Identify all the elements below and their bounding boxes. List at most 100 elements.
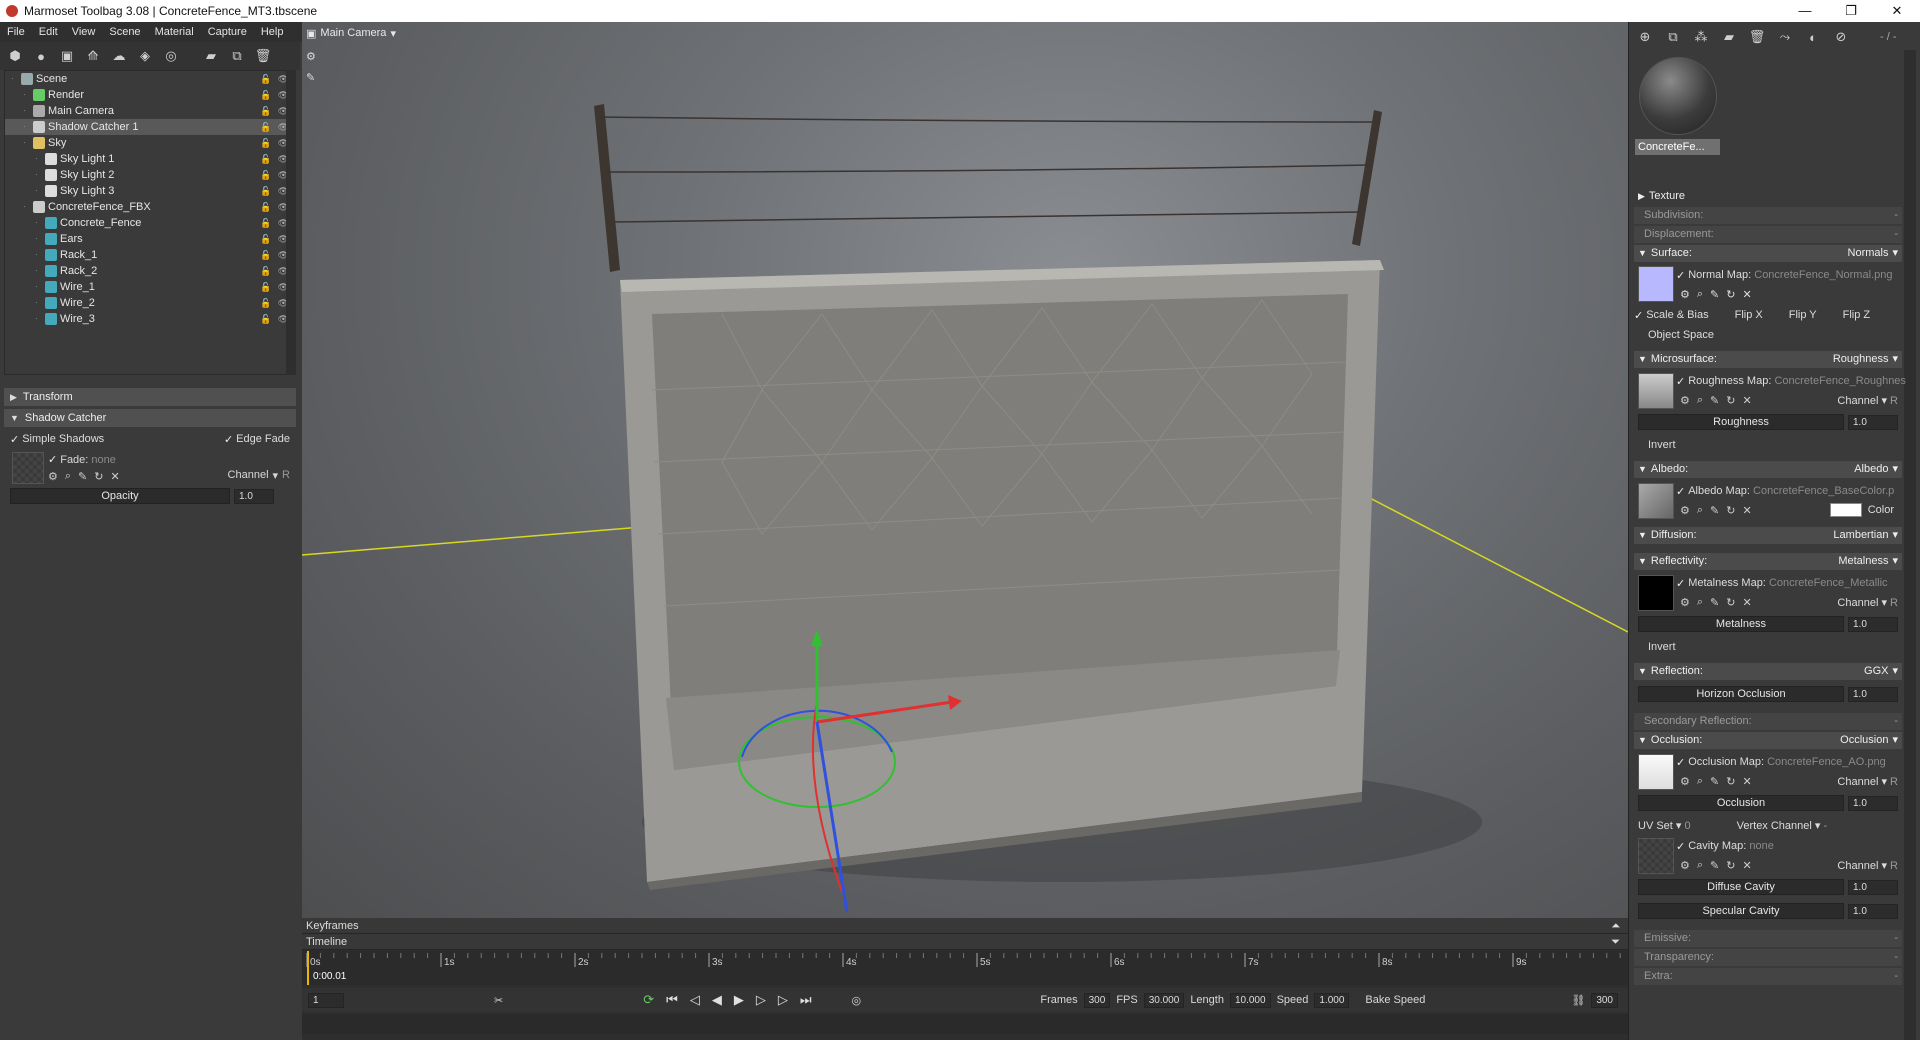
- reload-icon[interactable]: ↻: [1726, 859, 1735, 872]
- duplicate-icon[interactable]: ⧉: [228, 47, 246, 65]
- clear-icon[interactable]: ✕: [1742, 596, 1751, 609]
- lock-icon[interactable]: 🔓: [260, 135, 271, 151]
- gear-icon[interactable]: ⚙: [1680, 596, 1690, 609]
- menu-material[interactable]: Material: [148, 26, 201, 38]
- specular-cavity-value[interactable]: 1.0: [1848, 903, 1898, 919]
- tree-item[interactable]: · Ears 🔓 👁: [5, 231, 295, 247]
- edge-fade-checkbox[interactable]: ✓: [224, 433, 233, 446]
- lock-icon[interactable]: 🔓: [260, 215, 271, 231]
- fade-texture-slot[interactable]: [12, 452, 44, 484]
- bake-speed-button[interactable]: Bake Speed: [1365, 994, 1425, 1006]
- clear-icon[interactable]: ✕: [1742, 775, 1751, 788]
- brush-icon[interactable]: ✎: [306, 71, 318, 84]
- flip-y-checkbox[interactable]: Flip Y: [1789, 309, 1817, 321]
- step-back-icon[interactable]: ◀: [712, 992, 722, 1008]
- loop-icon[interactable]: ⟳: [643, 992, 654, 1008]
- microsurface-section[interactable]: ▼ Microsurface: Roughness ▾: [1634, 351, 1902, 368]
- timeline-track[interactable]: [302, 1014, 1628, 1034]
- reload-icon[interactable]: ↻: [1726, 775, 1735, 788]
- search-icon[interactable]: ⌕: [1697, 775, 1703, 788]
- transform-section[interactable]: ▶ Transform: [4, 388, 296, 406]
- search-icon[interactable]: ⌕: [1697, 504, 1703, 517]
- clear-icon[interactable]: ✕: [1742, 288, 1751, 301]
- material-grid-icon[interactable]: ⁂: [1692, 28, 1710, 46]
- flip-x-checkbox[interactable]: Flip X: [1735, 309, 1763, 321]
- minimize-button[interactable]: —: [1782, 3, 1828, 19]
- add-shadow-icon[interactable]: ⟰: [84, 47, 102, 65]
- reload-icon[interactable]: ↻: [1726, 394, 1735, 407]
- occlusion-channel[interactable]: Channel ▾ R: [1837, 775, 1898, 788]
- lock-icon[interactable]: 🔓: [260, 295, 271, 311]
- end-frame-field[interactable]: 300: [1591, 992, 1618, 1008]
- eyedropper-icon[interactable]: ✎: [1710, 596, 1719, 609]
- tree-expander-icon[interactable]: ·: [35, 215, 43, 231]
- expand-down-icon[interactable]: ⏷: [1611, 934, 1620, 950]
- cavity-channel[interactable]: Channel ▾ R: [1837, 859, 1898, 872]
- lock-icon[interactable]: 🔓: [260, 311, 271, 327]
- search-icon[interactable]: ⌕: [1697, 859, 1703, 872]
- eyedropper-icon[interactable]: ✎: [1710, 859, 1719, 872]
- step-forward-icon[interactable]: ▷: [756, 992, 766, 1008]
- normal-map-slot[interactable]: [1638, 266, 1674, 302]
- lock-icon[interactable]: 🔓: [260, 119, 271, 135]
- add-fog-icon[interactable]: ◎: [162, 47, 180, 65]
- menu-help[interactable]: Help: [254, 26, 291, 38]
- skip-end-icon[interactable]: ⏭: [800, 992, 812, 1008]
- add-object-icon[interactable]: ⬢: [6, 47, 24, 65]
- tree-item[interactable]: · Rack_1 🔓 👁: [5, 247, 295, 263]
- tree-item[interactable]: · Wire_3 🔓 👁: [5, 311, 295, 327]
- tree-item[interactable]: · Sky 🔓 👁: [5, 135, 295, 151]
- lock-icon[interactable]: 🔓: [260, 199, 271, 215]
- reload-icon[interactable]: ↻: [94, 470, 103, 483]
- lock-icon[interactable]: 🔓: [260, 71, 271, 87]
- metalness-map-slot[interactable]: [1638, 575, 1674, 611]
- pick-material-icon[interactable]: ◐: [1804, 28, 1822, 46]
- roughness-invert-checkbox[interactable]: Invert: [1634, 436, 1902, 454]
- assign-material-icon[interactable]: ⤳: [1776, 28, 1794, 46]
- metalness-channel[interactable]: Channel ▾ R: [1837, 596, 1898, 609]
- menu-scene[interactable]: Scene: [102, 26, 147, 38]
- settings-gear-icon[interactable]: ⚙: [306, 50, 318, 63]
- transparency-section[interactable]: Transparency: -: [1634, 949, 1902, 966]
- shadow-catcher-section[interactable]: ▼ Shadow Catcher: [4, 409, 296, 427]
- opacity-value[interactable]: 1.0: [234, 488, 274, 504]
- specular-cavity-slider[interactable]: Specular Cavity: [1638, 903, 1844, 919]
- fade-checkbox[interactable]: ✓: [48, 454, 57, 466]
- metalness-map-checkbox[interactable]: ✓: [1676, 577, 1685, 590]
- prev-key-icon[interactable]: ◁: [690, 992, 700, 1008]
- tree-expander-icon[interactable]: ·: [23, 119, 31, 135]
- eyedropper-icon[interactable]: ✎: [1710, 504, 1719, 517]
- tree-expander-icon[interactable]: ·: [35, 279, 43, 295]
- tree-expander-icon[interactable]: ·: [35, 263, 43, 279]
- lock-icon[interactable]: 🔓: [260, 247, 271, 263]
- reflectivity-section[interactable]: ▼ Reflectivity: Metalness ▾: [1634, 553, 1902, 570]
- timeline-ruler[interactable]: 0s 1s 2s 3s 4s 5s 6s 7s 8s 9s 0:00.01: [302, 951, 1628, 985]
- tree-item[interactable]: · Scene 🔓 👁: [5, 71, 295, 87]
- cavity-map-checkbox[interactable]: ✓: [1676, 840, 1685, 853]
- diffusion-section[interactable]: ▼ Diffusion: Lambertian ▾: [1634, 527, 1902, 544]
- reload-icon[interactable]: ↻: [1726, 504, 1735, 517]
- keyframes-bar[interactable]: Keyframes ⏶: [302, 918, 1628, 934]
- reload-icon[interactable]: ↻: [1726, 596, 1735, 609]
- displacement-section[interactable]: Displacement: -: [1634, 226, 1902, 243]
- surface-section[interactable]: ▼ Surface: Normals ▾: [1634, 245, 1902, 262]
- tree-item[interactable]: · ConcreteFence_FBX 🔓 👁: [5, 199, 295, 215]
- gear-icon[interactable]: ⚙: [1680, 775, 1690, 788]
- horizon-occlusion-slider[interactable]: Horizon Occlusion: [1638, 686, 1844, 702]
- occlusion-map-slot[interactable]: [1638, 754, 1674, 790]
- scene-tree-scrollbar[interactable]: [286, 70, 296, 375]
- fade-channel[interactable]: Channel ▾ R: [228, 469, 290, 482]
- uv-set-dropdown[interactable]: UV Set ▾ 0: [1638, 819, 1691, 832]
- object-space-checkbox[interactable]: Object Space: [1634, 326, 1902, 344]
- reflection-section[interactable]: ▼ Reflection: GGX ▾: [1634, 663, 1902, 680]
- tree-item[interactable]: · Sky Light 3 🔓 👁: [5, 183, 295, 199]
- unlink-icon[interactable]: ⊘: [1832, 28, 1850, 46]
- diffuse-cavity-value[interactable]: 1.0: [1848, 879, 1898, 895]
- vertex-channel-dropdown[interactable]: Vertex Channel ▾ -: [1737, 819, 1828, 832]
- tree-expander-icon[interactable]: ·: [23, 199, 31, 215]
- restore-button[interactable]: ❐: [1828, 3, 1874, 19]
- tree-item[interactable]: · Wire_2 🔓 👁: [5, 295, 295, 311]
- tree-item[interactable]: · Shadow Catcher 1 🔓 👁: [5, 119, 295, 135]
- fps-field[interactable]: 30.000: [1143, 992, 1185, 1008]
- roughness-value[interactable]: 1.0: [1848, 414, 1898, 430]
